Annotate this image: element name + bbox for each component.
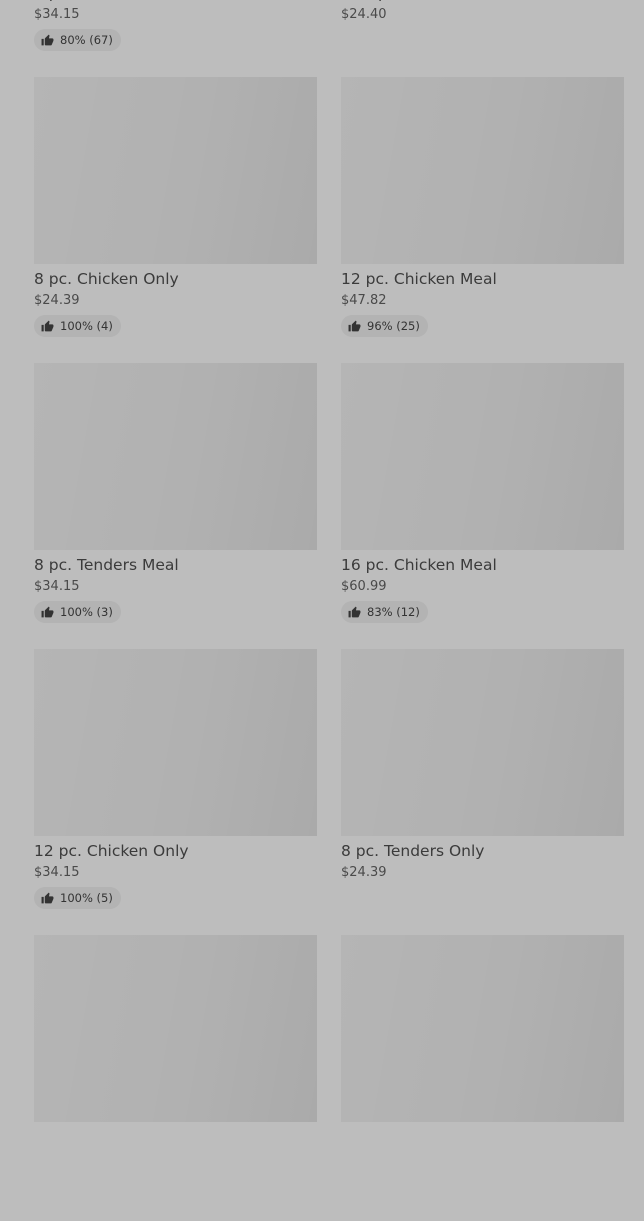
rating-badge: 80% (67) — [34, 29, 121, 51]
product-image[interactable] — [34, 77, 317, 264]
product-title[interactable]: 8 pc. Tenders Meal — [34, 555, 317, 575]
product-grid: 8 pc. Chicken Meal $34.15 80% (67) Fill Up … — [0, 0, 644, 1221]
thumbs-up-icon — [41, 34, 54, 46]
product-title[interactable]: 8 pc. Chicken Meal — [34, 0, 317, 3]
product-title[interactable]: 12 pc. Chicken Meal — [341, 269, 624, 289]
rating-text: 100% (5) — [60, 891, 113, 905]
product-card[interactable] — [341, 935, 624, 1122]
product-price: $34.15 — [34, 7, 80, 22]
product-card[interactable]: 8 pc. Tenders Meal $34.15 100% (3) — [34, 363, 317, 623]
rating-text: 80% (67) — [60, 33, 113, 47]
rating-text: 100% (4) — [60, 319, 113, 333]
product-price: $24.39 — [341, 865, 387, 880]
product-title[interactable]: 8 pc. Chicken Only — [34, 269, 317, 289]
product-row: 8 pc. Chicken Meal $34.15 80% (67) Fill Up … — [0, 0, 644, 77]
rating-badge: 96% (25) — [341, 315, 428, 337]
thumbs-up-icon — [41, 320, 54, 332]
product-price: $24.39 — [34, 293, 80, 308]
rating-badge: 100% (3) — [34, 601, 121, 623]
product-price: $24.40 — [341, 7, 387, 22]
rating-text: 96% (25) — [367, 319, 420, 333]
rating-badge: 100% (4) — [34, 315, 121, 337]
product-image[interactable] — [34, 649, 317, 836]
product-row: 8 pc. Tenders Meal $34.15 100% (3) 16 pc. C… — [0, 363, 644, 649]
product-title[interactable]: Fill Up Box — [341, 0, 624, 3]
product-row: 8 pc. Chicken Only $24.39 100% (4) 12 pc. C… — [0, 77, 644, 363]
thumbs-up-icon — [41, 606, 54, 618]
product-price: $34.15 — [34, 579, 80, 594]
rating-text: 100% (3) — [60, 605, 113, 619]
product-image[interactable] — [34, 935, 317, 1122]
product-title[interactable]: 12 pc. Chicken Only — [34, 841, 317, 861]
product-image[interactable] — [341, 77, 624, 264]
product-card[interactable]: 8 pc. Tenders Only $24.39 — [341, 649, 624, 881]
product-image[interactable] — [341, 363, 624, 550]
product-card[interactable]: 8 pc. Chicken Meal $34.15 80% (67) — [34, 0, 317, 51]
rating-badge: 83% (12) — [341, 601, 428, 623]
product-price: $47.82 — [341, 293, 387, 308]
thumbs-up-icon — [348, 606, 361, 618]
rating-badge: 100% (5) — [34, 887, 121, 909]
product-price: $60.99 — [341, 579, 387, 594]
product-card[interactable]: 8 pc. Chicken Only $24.39 100% (4) — [34, 77, 317, 337]
product-card[interactable] — [34, 935, 317, 1122]
thumbs-up-icon — [348, 320, 361, 332]
product-row — [0, 935, 644, 1221]
product-card[interactable]: 16 pc. Chicken Meal $60.99 83% (12) — [341, 363, 624, 623]
thumbs-up-icon — [41, 892, 54, 904]
product-title[interactable]: 16 pc. Chicken Meal — [341, 555, 624, 575]
rating-text: 83% (12) — [367, 605, 420, 619]
product-card[interactable]: 12 pc. Chicken Only $34.15 100% (5) — [34, 649, 317, 909]
product-image[interactable] — [341, 649, 624, 836]
product-image[interactable] — [34, 363, 317, 550]
product-card[interactable]: 12 pc. Chicken Meal $47.82 96% (25) — [341, 77, 624, 337]
product-title[interactable]: 8 pc. Tenders Only — [341, 841, 624, 861]
product-image[interactable] — [341, 935, 624, 1122]
product-price: $34.15 — [34, 865, 80, 880]
product-row: 12 pc. Chicken Only $34.15 100% (5) 8 pc. T… — [0, 649, 644, 935]
product-card[interactable]: Fill Up Box $24.40 — [341, 0, 624, 23]
